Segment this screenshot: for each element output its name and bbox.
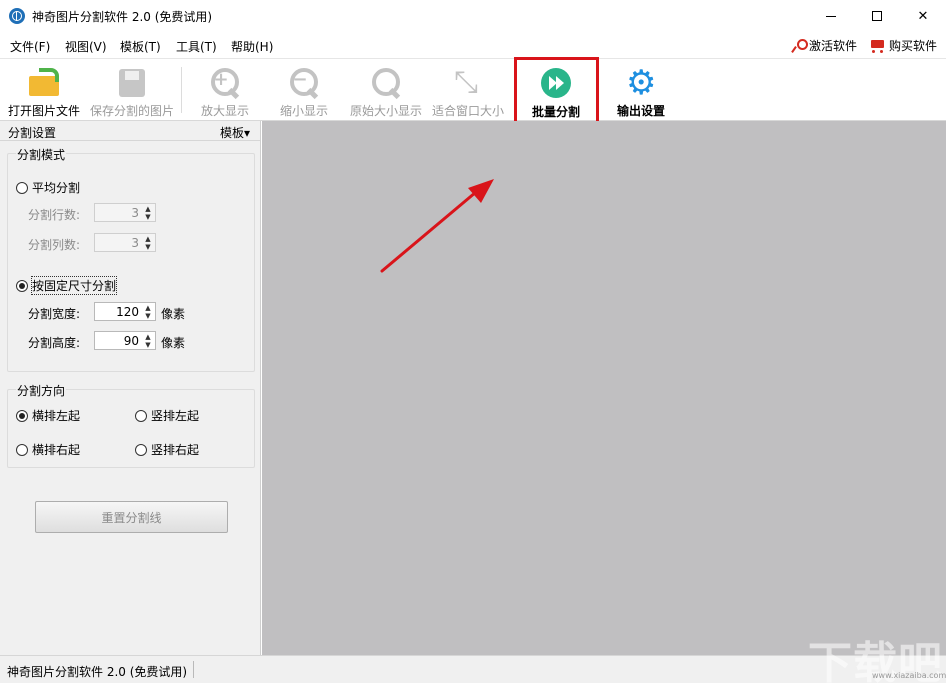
activate-label: 激活软件 xyxy=(809,39,858,53)
dir-h-right-label: 横排右起 xyxy=(32,443,81,457)
template-dropdown[interactable]: 模板▾ xyxy=(220,124,250,141)
zoom-out-label: 缩小显示 xyxy=(279,104,328,118)
width-value: 120 xyxy=(116,305,139,319)
status-text: 神奇图片分割软件 2.0 (免费试用) xyxy=(7,665,188,679)
activate-link[interactable]: 激活软件 xyxy=(791,37,857,54)
menu-help[interactable]: 帮助(H) xyxy=(231,38,273,55)
zoom-out-button[interactable]: − 缩小显示 xyxy=(276,59,332,121)
window-title: 神奇图片分割软件 2.0 (免费试用) xyxy=(32,10,213,24)
zoom-in-icon: + xyxy=(208,66,242,100)
buy-link[interactable]: 购买软件 xyxy=(868,37,937,54)
height-unit: 像素 xyxy=(161,336,186,350)
fit-window-label: 适合窗口大小 xyxy=(431,104,504,118)
cols-stepper[interactable]: 3 ▲ ▼ xyxy=(94,233,156,252)
close-button[interactable]: ✕ xyxy=(900,0,946,32)
menu-file[interactable]: 文件(F) xyxy=(10,38,50,55)
spin-arrows-icon[interactable]: ▲ ▼ xyxy=(143,205,153,221)
dir-v-right-label: 竖排右起 xyxy=(151,443,200,457)
zoom-in-label: 放大显示 xyxy=(200,104,249,118)
close-icon: ✕ xyxy=(917,8,929,24)
width-stepper[interactable]: 120 ▲ ▼ xyxy=(94,302,156,321)
title-bar: 神奇图片分割软件 2.0 (免费试用) ✕ xyxy=(0,0,946,32)
watermark-url: www.xiazaiba.com xyxy=(872,671,946,680)
maximize-icon xyxy=(872,11,882,21)
output-settings-button[interactable]: ⚙ 输出设置 xyxy=(612,59,670,121)
height-value: 90 xyxy=(123,334,139,348)
menu-bar: 文件(F) 视图(V) 模板(T) 工具(T) 帮助(H) 激活软件 购买软件 xyxy=(0,32,946,58)
mode-even-radio[interactable]: 平均分割 xyxy=(16,179,80,196)
mode-fixed-radio[interactable]: 按固定尺寸分割 xyxy=(16,276,118,295)
split-settings-panel: 分割设置 模板▾ 分割模式 平均分割 分割行数: 3 ▲ ▼ 分割列数: 3 ▲ ▼… xyxy=(0,121,261,655)
radio-icon xyxy=(16,409,28,422)
split-mode-group: 分割模式 平均分割 分割行数: 3 ▲ ▼ 分割列数: 3 ▲ ▼ 按固定尺寸分割 … xyxy=(7,146,255,372)
rows-value: 3 xyxy=(131,206,139,220)
maximize-button[interactable] xyxy=(854,0,900,32)
menu-view[interactable]: 视图(V) xyxy=(65,38,107,55)
radio-icon xyxy=(135,409,147,422)
radio-icon xyxy=(16,443,28,456)
open-image-button[interactable]: 打开图片文件 xyxy=(6,59,82,121)
height-label: 分割高度: xyxy=(28,336,81,350)
mode-fixed-label: 按固定尺寸分割 xyxy=(30,276,118,295)
output-settings-label: 输出设置 xyxy=(616,104,665,118)
toolbar: 打开图片文件 保存分割的图片 + 放大显示 − 缩小显示 原始大小显示 适合窗口… xyxy=(0,58,946,121)
dir-h-left-radio[interactable]: 横排左起 xyxy=(16,407,80,424)
gear-icon: ⚙ xyxy=(626,63,657,103)
menu-template[interactable]: 模板(T) xyxy=(120,38,161,55)
image-canvas[interactable] xyxy=(262,121,946,655)
rows-label: 分割行数: xyxy=(28,208,81,222)
spin-arrows-icon[interactable]: ▲ ▼ xyxy=(143,304,153,320)
dir-v-left-label: 竖排左起 xyxy=(151,409,200,423)
panel-header: 分割设置 模板▾ xyxy=(0,121,260,141)
app-globe-icon xyxy=(9,8,25,24)
reset-split-lines-button[interactable]: 重置分割线 xyxy=(35,501,228,533)
buy-label: 购买软件 xyxy=(889,39,938,53)
highlight-box xyxy=(514,57,599,125)
radio-icon xyxy=(135,443,147,456)
menu-tools[interactable]: 工具(T) xyxy=(176,38,217,55)
cols-value: 3 xyxy=(131,236,139,250)
original-size-button[interactable]: 原始大小显示 xyxy=(347,59,425,121)
panel-title: 分割设置 xyxy=(8,126,57,140)
minimize-icon xyxy=(826,15,836,17)
fit-window-icon xyxy=(451,66,485,100)
zoom-in-button[interactable]: + 放大显示 xyxy=(197,59,253,121)
minimize-button[interactable] xyxy=(808,0,854,32)
original-size-icon xyxy=(369,66,403,100)
status-bar: 神奇图片分割软件 2.0 (免费试用) xyxy=(0,655,946,683)
radio-icon xyxy=(16,279,28,292)
toolbar-separator xyxy=(181,67,182,113)
width-unit: 像素 xyxy=(161,307,186,321)
split-mode-title: 分割模式 xyxy=(16,146,67,163)
spin-arrows-icon[interactable]: ▲ ▼ xyxy=(143,235,153,251)
cart-icon xyxy=(868,38,886,54)
original-size-label: 原始大小显示 xyxy=(349,104,422,118)
status-separator xyxy=(193,661,194,678)
dir-h-left-label: 横排左起 xyxy=(32,409,81,423)
radio-icon xyxy=(16,181,28,194)
mode-even-label: 平均分割 xyxy=(32,181,81,195)
open-image-label: 打开图片文件 xyxy=(7,104,80,118)
dir-v-right-radio[interactable]: 竖排右起 xyxy=(135,441,199,458)
rows-stepper[interactable]: 3 ▲ ▼ xyxy=(94,203,156,222)
annotation-arrow xyxy=(380,179,494,273)
split-direction-group: 分割方向 横排左起 竖排左起 横排右起 竖排右起 xyxy=(7,382,255,468)
spin-arrows-icon[interactable]: ▲ ▼ xyxy=(143,333,153,349)
zoom-out-icon: − xyxy=(287,66,321,100)
cols-label: 分割列数: xyxy=(28,238,81,252)
open-folder-icon xyxy=(27,66,61,100)
height-stepper[interactable]: 90 ▲ ▼ xyxy=(94,331,156,350)
save-disk-icon xyxy=(115,66,149,100)
dir-h-right-radio[interactable]: 横排右起 xyxy=(16,441,80,458)
key-icon xyxy=(791,38,808,53)
split-direction-title: 分割方向 xyxy=(16,382,67,399)
fit-window-button[interactable]: 适合窗口大小 xyxy=(430,59,506,121)
save-split-button[interactable]: 保存分割的图片 xyxy=(88,59,176,121)
width-label: 分割宽度: xyxy=(28,307,81,321)
dir-v-left-radio[interactable]: 竖排左起 xyxy=(135,407,199,424)
save-split-label: 保存分割的图片 xyxy=(89,104,174,118)
